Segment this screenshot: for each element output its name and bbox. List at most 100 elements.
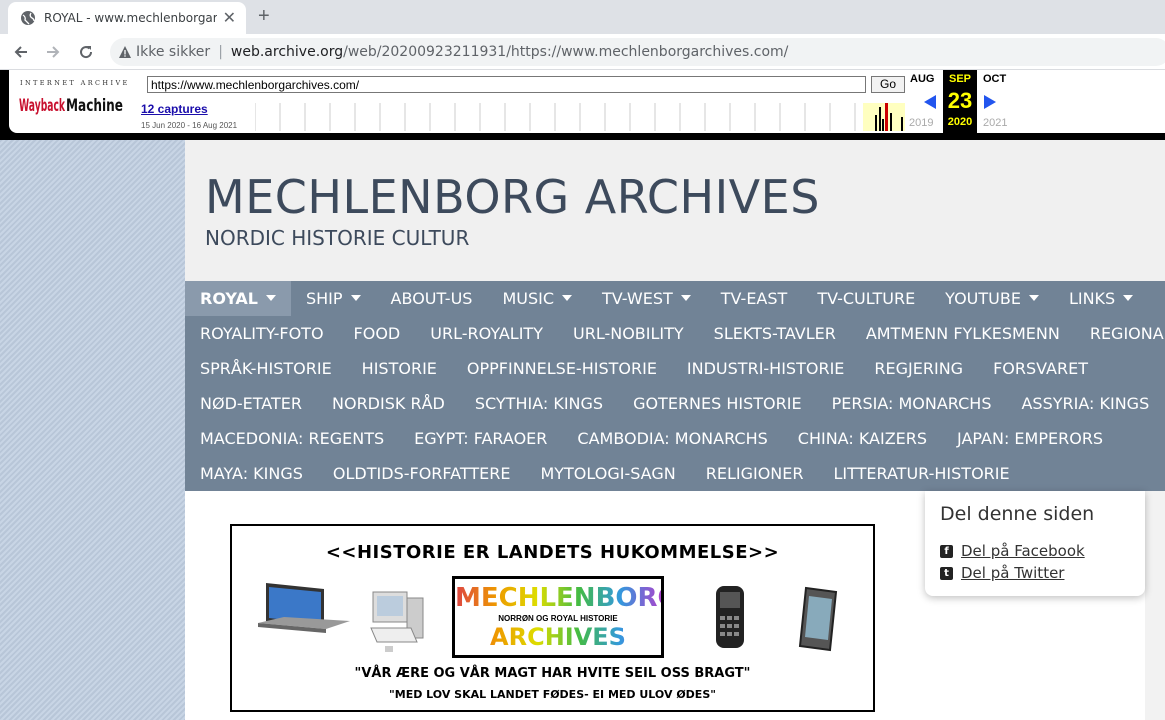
reload-icon — [80, 46, 93, 59]
nav-item-ship[interactable]: SHIP — [291, 281, 376, 316]
back-button[interactable] — [10, 41, 32, 63]
browser-tab[interactable]: ROYAL - www.mechlenborgarchiv ✕ — [8, 2, 246, 34]
nav-item-links[interactable]: LINKS — [1054, 281, 1148, 316]
nav-item-royal[interactable]: ROYAL — [185, 281, 291, 316]
prev-year-label[interactable]: 2019 — [909, 117, 933, 129]
url-path: /web/20200923211931/https://www.mechlenb… — [343, 44, 789, 60]
nav-item-tv-culture[interactable]: TV-CULTURE — [802, 281, 930, 316]
nav-item[interactable]: HISTORIE — [347, 351, 452, 386]
twitter-icon: t — [940, 566, 953, 580]
caret-down-icon — [1123, 294, 1134, 301]
nav-item[interactable]: OLDTIDS-FORFATTERE — [318, 456, 526, 491]
wayback-go-button[interactable]: Go — [871, 76, 905, 93]
nav-item[interactable]: INDUSTRI-HISTORIE — [672, 351, 859, 386]
next-capture-arrow-icon[interactable] — [983, 94, 997, 110]
url-host: web.archive.org — [230, 44, 344, 60]
wayback-panel: INTERNET ARCHIVE Wayback Machine Go 12 c… — [9, 70, 1165, 133]
nav-item[interactable]: LITTERATUR-HISTORIE — [818, 456, 1024, 491]
nav-item[interactable]: MYTOLOGI-SAGN — [525, 456, 690, 491]
close-tab-icon[interactable]: ✕ — [223, 8, 236, 28]
nav-item-tv-west[interactable]: TV-WEST — [587, 281, 706, 316]
svg-text:Machine: Machine — [66, 96, 123, 116]
logo-line-2: NORRØN OG ROYAL HISTORIE — [498, 614, 618, 623]
selected-day: 23 — [947, 88, 973, 113]
nav-item-label: ROYAL — [200, 289, 258, 308]
nav-item-label: LINKS — [1068, 289, 1116, 308]
reload-button[interactable] — [75, 41, 97, 63]
caret-down-icon — [265, 294, 276, 301]
facebook-icon: f — [940, 544, 953, 558]
nav-row-2: ROYALITY-FOTO FOOD URL-ROYALITY URL-NOBI… — [185, 316, 1165, 351]
nav-item[interactable]: CHINA: KAIZERS — [783, 421, 942, 456]
capture-sparkline[interactable] — [255, 103, 905, 131]
nav-item[interactable]: SPRÅK-HISTORIE — [185, 351, 347, 386]
nav-item[interactable]: SCYTHIA: KINGS — [460, 386, 618, 421]
nav-item[interactable]: URL-NOBILITY — [558, 316, 699, 351]
wayback-logo[interactable]: Wayback Machine — [19, 90, 123, 118]
selected-year: 2020 — [947, 116, 973, 128]
nav-item[interactable]: SLEKTS-TAVLER — [699, 316, 851, 351]
nav-item[interactable]: CAMBODIA: MONARCHS — [562, 421, 782, 456]
browser-tab-bar: ROYAL - www.mechlenborgarchiv ✕ + — [0, 0, 1165, 34]
svg-text:Wayback: Wayback — [19, 96, 65, 116]
warning-icon — [119, 46, 131, 58]
banner-motto-1: "VÅR ÆRE OG VÅR MAGT HAR HVITE SEIL OSS … — [354, 666, 751, 681]
prev-month-label[interactable]: AUG — [910, 73, 934, 85]
caret-down-icon — [562, 294, 572, 301]
nav-item[interactable]: REGJERING — [859, 351, 978, 386]
nav-item-label: TV-CULTURE — [817, 289, 916, 308]
nav-item[interactable]: NORDISK RÅD — [317, 386, 460, 421]
arrow-right-icon — [47, 46, 60, 58]
address-bar[interactable]: Ikke sikker | web.archive.org /web/20200… — [110, 38, 1165, 66]
prev-capture-arrow-icon[interactable] — [923, 94, 937, 110]
forward-button[interactable] — [42, 41, 64, 63]
nav-item[interactable]: PERSIA: MONARCHS — [817, 386, 1007, 421]
nav-row-5: MACEDONIA: REGENTS EGYPT: FARAOER CAMBOD… — [185, 421, 1118, 456]
share-title: Del denne siden — [940, 503, 1095, 525]
next-year-label[interactable]: 2021 — [983, 117, 1007, 129]
nav-item[interactable]: EGYPT: FARAOER — [399, 421, 562, 456]
share-twitter-link[interactable]: t Del på Twitter — [940, 564, 1064, 582]
nav-item[interactable]: REGIONAL — [1075, 316, 1165, 351]
nav-item-tv-east[interactable]: TV-EAST — [706, 281, 803, 316]
nav-item[interactable]: RELIGIONER — [691, 456, 819, 491]
nav-item-music[interactable]: MUSIC — [487, 281, 587, 316]
nav-item[interactable]: MACEDONIA: REGENTS — [185, 421, 399, 456]
caret-down-icon — [1028, 294, 1039, 301]
nav-item[interactable]: OPPFINNELSE-HISTORIE — [452, 351, 672, 386]
share-facebook-link[interactable]: f Del på Facebook — [940, 542, 1085, 560]
nav-item[interactable]: ASSYRIA: KINGS — [1006, 386, 1164, 421]
nav-item[interactable]: URL-ROYALITY — [415, 316, 558, 351]
nav-item[interactable]: MAYA: KINGS — [185, 456, 318, 491]
insecure-label[interactable]: Ikke sikker — [136, 44, 210, 60]
nav-item[interactable]: ROYALITY-FOTO — [185, 316, 339, 351]
main-navigation: ROYAL SHIP ABOUT-US MUSIC TV-WEST TV-EAS… — [185, 281, 1165, 491]
nav-item-youtube[interactable]: YOUTUBE — [930, 281, 1054, 316]
page-background-pattern — [0, 140, 185, 720]
laptop-icon — [258, 583, 350, 633]
captures-link[interactable]: 12 captures — [141, 102, 208, 116]
new-tab-button[interactable]: + — [258, 6, 270, 26]
omnibox-separator: | — [218, 44, 223, 60]
nav-item-about-us[interactable]: ABOUT-US — [376, 281, 488, 316]
capture-range: 15 Jun 2020 - 16 Aug 2021 — [141, 121, 238, 130]
nav-item[interactable]: JAPAN: EMPERORS — [942, 421, 1118, 456]
nav-item[interactable]: FOOD — [339, 316, 416, 351]
wayback-url-input[interactable] — [147, 76, 866, 93]
nav-item[interactable]: GOTERNES HISTORIE — [618, 386, 817, 421]
site-title[interactable]: MECHLENBORG ARCHIVES — [205, 170, 820, 224]
globe-icon — [21, 11, 35, 25]
nav-item[interactable]: AMTMENN FYLKESMENN — [851, 316, 1075, 351]
nav-item-label: SHIP — [305, 289, 343, 308]
caret-down-icon — [350, 294, 361, 301]
banner-motto-2: "MED LOV SKAL LANDET FØDES- EI MED ULOV … — [389, 688, 716, 701]
site-banner-image: <<HISTORIE ER LANDETS HUKOMMELSE>> MECHL… — [230, 524, 875, 712]
nav-item[interactable]: FORSVARET — [978, 351, 1103, 386]
wayback-toolbar: INTERNET ARCHIVE Wayback Machine Go 12 c… — [0, 70, 1165, 140]
next-month-label[interactable]: OCT — [983, 73, 1006, 85]
nav-item-label: YOUTUBE — [945, 289, 1021, 308]
nav-item-label: TV-WEST — [602, 289, 673, 308]
nav-item-label: TV-EAST — [720, 289, 788, 308]
tab-title: ROYAL - www.mechlenborgarchiv — [44, 11, 217, 25]
nav-item[interactable]: NØD-ETATER — [185, 386, 317, 421]
